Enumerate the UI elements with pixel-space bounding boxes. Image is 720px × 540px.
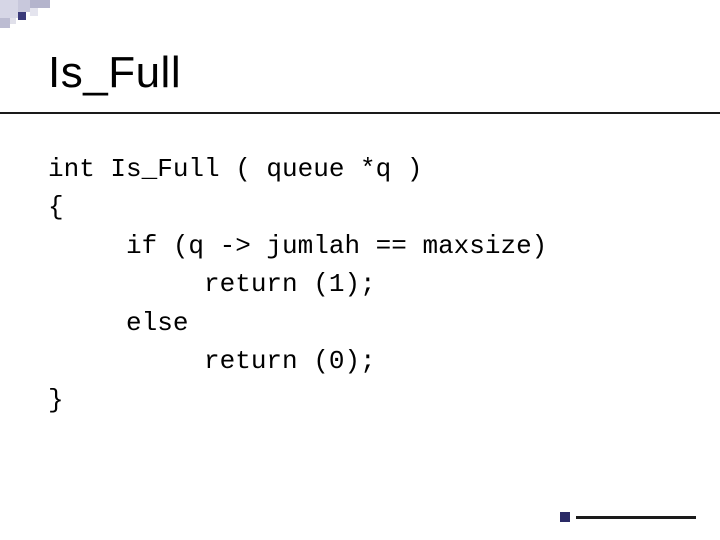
slide: Is_Full int Is_Full ( queue *q ) { if (q… (0, 0, 720, 540)
accent-square-icon (560, 512, 570, 522)
code-block: int Is_Full ( queue *q ) { if (q -> juml… (48, 150, 672, 419)
slide-title: Is_Full (48, 48, 181, 98)
corner-decoration (0, 0, 90, 35)
accent-bar (576, 516, 696, 519)
footer-accent (560, 512, 696, 522)
title-underline (0, 112, 720, 114)
